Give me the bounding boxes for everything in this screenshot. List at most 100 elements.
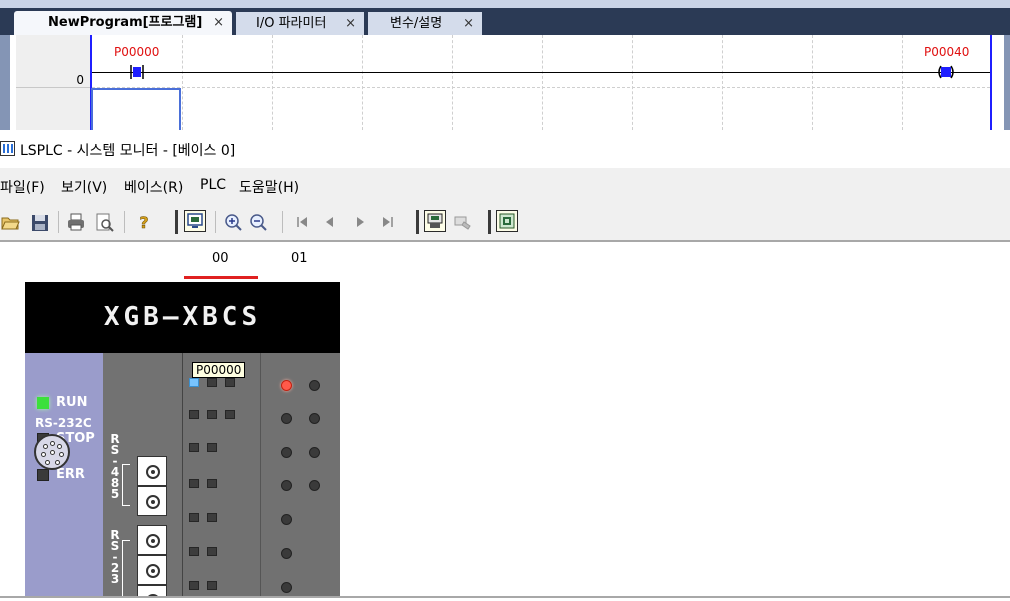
toolbar-separator <box>215 211 216 233</box>
close-icon[interactable]: × <box>213 11 224 35</box>
next-icon[interactable] <box>350 211 370 233</box>
run-label: RUN <box>56 395 88 410</box>
device-tooltip: P00000 <box>192 362 246 378</box>
system-monitor-window: LSPLC - 시스템 모니터 - [베이스 0] 파일(F) 보기(V) 베이… <box>0 130 1010 601</box>
grid-line <box>362 35 363 130</box>
io-led <box>281 582 292 593</box>
menu-bar: 파일(F) 보기(V) 베이스(R) PLC 도움말(H) <box>0 168 1010 202</box>
io-led <box>189 513 199 522</box>
io-led <box>207 547 217 556</box>
tab-variable-comment[interactable]: 변수/설명 × <box>368 12 482 35</box>
print-icon[interactable] <box>66 211 86 233</box>
rs232c-label: RS-232C <box>35 416 92 430</box>
tab-label: I/O 파라미터 <box>256 16 327 31</box>
rung-wire <box>92 72 990 73</box>
io-led <box>281 514 292 525</box>
io-led <box>189 443 199 452</box>
io-led <box>189 581 199 590</box>
print-preview-icon[interactable] <box>94 211 114 233</box>
toolbar-separator <box>124 211 125 233</box>
menu-file[interactable]: 파일(F) <box>0 177 45 197</box>
app-icon <box>0 141 15 156</box>
svg-text:?: ? <box>139 213 148 232</box>
rs485-terminal[interactable] <box>137 486 167 516</box>
cpu-status-panel[interactable]: RUN STOP ERR <box>25 353 103 598</box>
ladder-editor-window: NewProgram[프로그램] × I/O 파라미터 × 변수/설명 × 0 … <box>0 0 1010 130</box>
run-led <box>37 397 49 409</box>
rs485-label: RS-485 <box>110 432 120 501</box>
io-module-slot-01[interactable] <box>260 353 340 598</box>
grid-line <box>632 35 633 130</box>
tab-io-parameter[interactable]: I/O 파라미터 × <box>236 12 364 35</box>
row-divider <box>16 87 90 88</box>
rs232-label: RS-23 <box>110 528 120 586</box>
err-led <box>37 469 49 481</box>
window-title: LSPLC - 시스템 모니터 - [베이스 0] <box>20 143 236 159</box>
grid-line <box>722 35 723 130</box>
toolbar-grip <box>175 210 178 234</box>
io-led <box>309 480 320 491</box>
open-icon[interactable] <box>0 211 20 233</box>
tab-label: NewProgram[프로그램] <box>48 15 203 30</box>
io-led <box>207 378 217 387</box>
io-led <box>281 447 292 458</box>
toolbar-separator <box>282 211 283 233</box>
io-led <box>225 378 235 387</box>
toolbar-separator <box>58 211 59 233</box>
io-led <box>309 447 320 458</box>
last-icon[interactable] <box>378 211 398 233</box>
normally-open-contact[interactable] <box>128 65 146 79</box>
grid-line <box>902 35 903 130</box>
io-led <box>207 410 217 419</box>
io-led <box>309 413 320 424</box>
grid-line <box>812 35 813 130</box>
io-monitor-icon[interactable] <box>496 210 518 232</box>
io-led <box>189 547 199 556</box>
help-icon[interactable]: ? <box>134 211 154 233</box>
prev-icon[interactable] <box>320 211 340 233</box>
menu-plc[interactable]: PLC <box>200 177 226 193</box>
zoom-out-icon[interactable] <box>248 211 268 233</box>
zoom-in-icon[interactable] <box>223 211 243 233</box>
menu-base[interactable]: 베이스(R) <box>124 177 183 197</box>
base-view: 00 01 XGB—XBCS RUN STOP ERR RS-232C R S … <box>0 242 1010 598</box>
io-led <box>189 378 199 387</box>
io-led <box>189 410 199 419</box>
rs232c-connector <box>34 434 70 470</box>
io-led <box>207 443 217 452</box>
grid-line <box>452 35 453 130</box>
slot-number[interactable]: 00 <box>212 251 229 266</box>
tab-label: 변수/설명 <box>390 16 443 31</box>
monitor-icon[interactable] <box>184 210 206 232</box>
ladder-canvas[interactable]: 0 P00000 P00040 <box>10 35 1004 130</box>
connect-icon[interactable] <box>424 210 446 232</box>
io-module-slot-00[interactable] <box>182 353 260 598</box>
close-icon[interactable]: × <box>463 12 474 35</box>
menu-view[interactable]: 보기(V) <box>61 177 107 197</box>
editor-top-border <box>0 0 1010 8</box>
close-icon[interactable]: × <box>345 12 356 35</box>
menu-help[interactable]: 도움말(H) <box>239 177 299 197</box>
io-led <box>309 380 320 391</box>
rs485-terminal[interactable] <box>137 456 167 486</box>
io-led <box>207 479 217 488</box>
cpu-module-header[interactable]: XGB—XBCS <box>25 282 340 353</box>
disconnect-icon[interactable] <box>452 211 472 233</box>
tab-new-program[interactable]: NewProgram[프로그램] × <box>14 11 232 35</box>
io-led <box>207 513 217 522</box>
selected-slot-indicator <box>184 276 258 279</box>
first-icon[interactable] <box>292 211 312 233</box>
rs485-bracket <box>122 464 130 506</box>
grid-line <box>92 87 990 88</box>
output-coil[interactable] <box>936 65 956 79</box>
row-number: 0 <box>76 73 84 87</box>
io-led <box>207 581 217 590</box>
grid-line <box>182 35 183 130</box>
rs232-terminal[interactable] <box>137 555 167 585</box>
rs232-terminal[interactable] <box>137 525 167 555</box>
edit-cursor <box>91 88 181 130</box>
save-icon[interactable] <box>30 211 50 233</box>
toolbar-grip <box>416 210 419 234</box>
slot-number[interactable]: 01 <box>291 251 308 266</box>
right-power-rail <box>990 35 992 130</box>
